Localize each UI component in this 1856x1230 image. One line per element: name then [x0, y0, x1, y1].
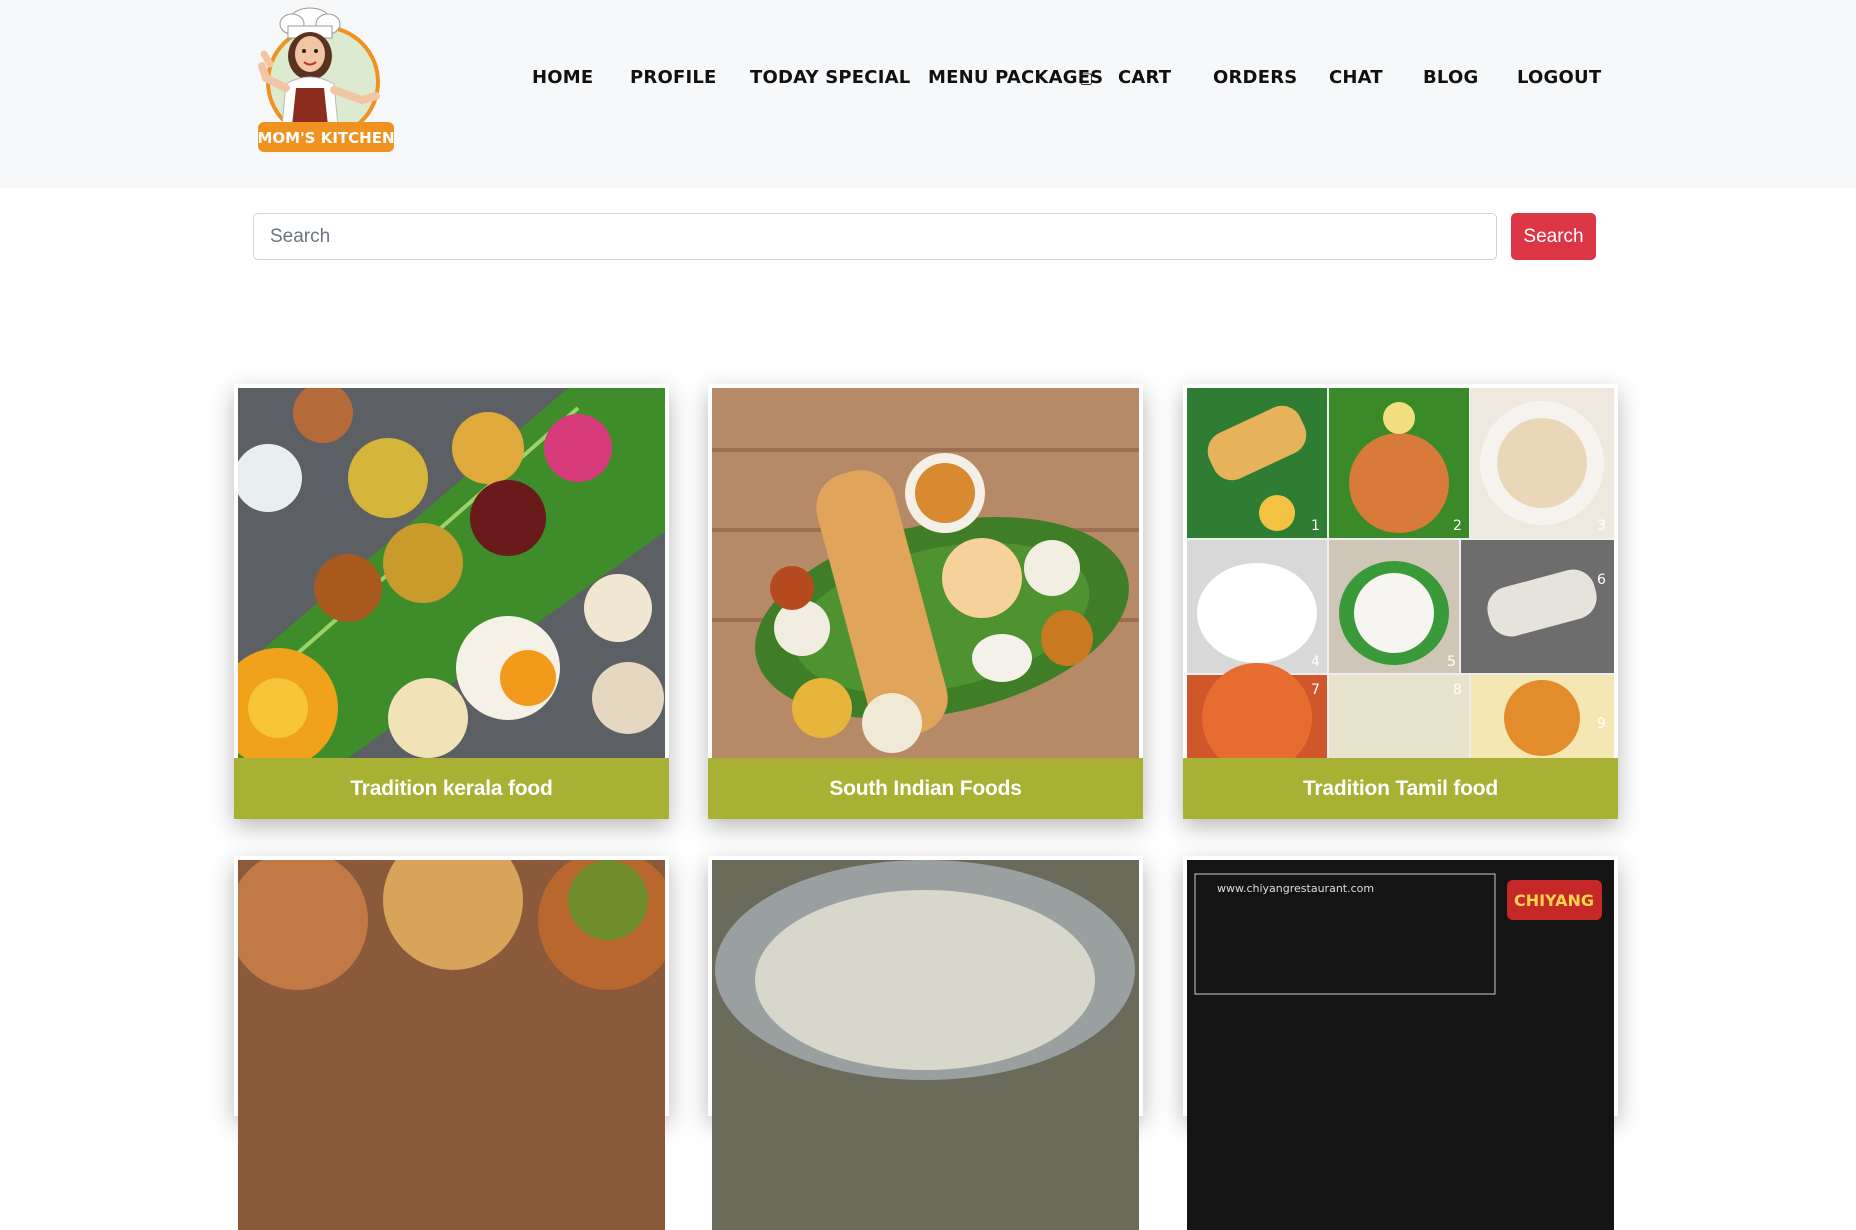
restaurant-banner-image: www.chiyangrestaurant.com CHIYANG	[1187, 860, 1614, 1230]
dropdown-caret-icon[interactable]: ▢	[1079, 69, 1093, 87]
search-input[interactable]	[253, 213, 1497, 260]
restaurant-logo-text: CHIYANG	[1514, 891, 1594, 910]
food-card-partial[interactable]	[708, 856, 1143, 1230]
card-title[interactable]: Tradition Tamil food	[1183, 758, 1618, 819]
nav-menu-packages[interactable]: MENU PACKAGES	[928, 67, 1103, 88]
nav-profile[interactable]: PROFILE	[630, 67, 717, 88]
mom-kitchen-logo[interactable]: MOM'S KITCHEN	[252, 4, 408, 154]
food-card-south-indian[interactable]: South Indian Foods	[708, 384, 1143, 819]
svg-text:2: 2	[1453, 518, 1462, 534]
restaurant-url-text: www.chiyangrestaurant.com	[1217, 882, 1374, 895]
nav-blog[interactable]: BLOG	[1423, 67, 1478, 88]
nav-orders[interactable]: ORDERS	[1213, 67, 1297, 88]
rice-bowl-image	[712, 860, 1139, 1230]
svg-text:8: 8	[1453, 682, 1462, 698]
svg-text:4: 4	[1311, 654, 1320, 670]
header: MOM'S KITCHEN HOME PROFILE TODAY SPECIAL…	[0, 0, 1856, 188]
nav-cart[interactable]: CART	[1118, 67, 1171, 88]
nav-chat[interactable]: CHAT	[1329, 67, 1383, 88]
tamil-food-collage-image: 1 2 3 4 5 6 7 8 9	[1187, 388, 1614, 758]
curry-pots-image	[238, 860, 665, 1230]
nav-home[interactable]: HOME	[532, 67, 593, 88]
svg-text:1: 1	[1311, 518, 1320, 534]
south-indian-food-image	[712, 388, 1139, 758]
card-title[interactable]: South Indian Foods	[708, 758, 1143, 819]
svg-text:7: 7	[1311, 682, 1320, 698]
nav-logout[interactable]: LOGOUT	[1517, 67, 1601, 88]
food-card-partial[interactable]	[234, 856, 669, 1230]
svg-text:6: 6	[1597, 572, 1606, 588]
food-card-tamil[interactable]: 1 2 3 4 5 6 7 8 9 Tradition Tamil food	[1183, 384, 1618, 819]
svg-text:5: 5	[1447, 654, 1456, 670]
svg-text:3: 3	[1597, 518, 1606, 534]
food-card-kerala[interactable]: Tradition kerala food	[234, 384, 669, 819]
food-card-partial[interactable]: www.chiyangrestaurant.com CHIYANG	[1183, 856, 1618, 1230]
search-button[interactable]: Search	[1511, 213, 1596, 260]
logo-text: MOM'S KITCHEN	[257, 129, 394, 147]
nav-today-special[interactable]: TODAY SPECIAL	[750, 67, 910, 88]
card-title[interactable]: Tradition kerala food	[234, 758, 669, 819]
svg-text:9: 9	[1597, 716, 1606, 732]
kerala-food-image	[238, 388, 665, 758]
